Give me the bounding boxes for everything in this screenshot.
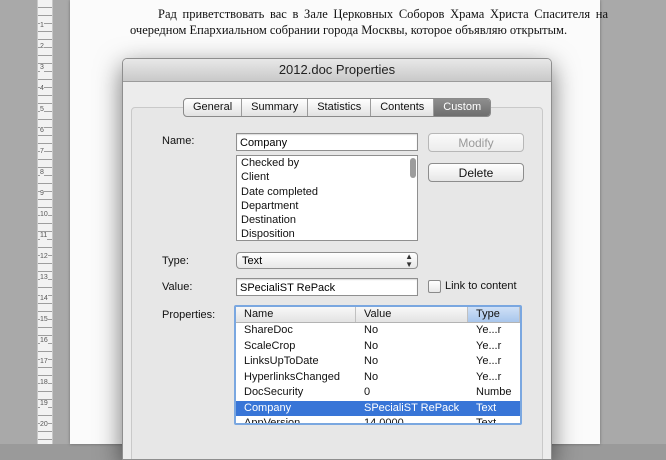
list-item[interactable]: Date completed — [237, 185, 417, 199]
table-cell-type: Ye...r — [476, 339, 502, 352]
ruler-number: 12 — [40, 253, 48, 261]
ruler-number: 8 — [40, 169, 44, 177]
list-item[interactable]: Client — [237, 170, 417, 184]
ruler-number: 6 — [40, 127, 44, 135]
ruler-number: 1 — [40, 22, 44, 30]
table-cell-name: LinksUpToDate — [244, 355, 319, 367]
table-cell-type: Ye...r — [476, 370, 502, 383]
list-item[interactable]: Checked by — [237, 156, 417, 170]
column-header-name[interactable]: Name — [236, 307, 356, 322]
ruler-number: 10 — [40, 211, 48, 219]
properties-table[interactable]: Name Value Type ShareDoc No Ye...r ScaleCro… — [234, 305, 522, 425]
ruler-number: 11 — [40, 232, 48, 240]
name-label: Name: — [162, 135, 195, 147]
table-cell-type: Text — [476, 417, 497, 425]
table-row[interactable]: ScaleCrop No Ye...r — [236, 339, 520, 355]
table-cell-type: Ye...r — [476, 355, 502, 367]
type-select-value: Text — [242, 255, 263, 267]
modify-button[interactable]: Modify — [428, 133, 524, 152]
ruler-number: 18 — [40, 379, 48, 387]
updown-chevron-icon: ▲ ▼ — [405, 252, 413, 269]
ruler-number: 5 — [40, 106, 44, 114]
ruler-number: 2 — [40, 43, 44, 51]
ruler-number: 4 — [40, 85, 44, 93]
list-item[interactable]: Department — [237, 199, 417, 213]
vertical-ruler: 1 2 3 4 5 6 7 8 9 10 11 12 13 14 15 16 17 18 19 20 — [37, 0, 53, 444]
ruler-number: 7 — [40, 148, 44, 156]
table-cell-type: Ye...r — [476, 324, 502, 336]
value-field[interactable]: SPecialiST RePack — [236, 278, 418, 296]
table-cell-name: Company — [244, 401, 292, 414]
table-row[interactable]: LinksUpToDate No Ye...r — [236, 354, 520, 370]
list-item[interactable]: Disposition — [237, 227, 417, 240]
table-row[interactable]: ShareDoc No Ye...r — [236, 323, 520, 339]
tab-general[interactable]: General — [184, 99, 243, 116]
table-row[interactable]: HyperlinksChanged No Ye...r — [236, 370, 520, 386]
column-header-type[interactable]: Type — [468, 307, 520, 322]
table-row[interactable]: Company SPecialiST RePack Text — [236, 400, 520, 416]
ruler-number: 9 — [40, 190, 44, 198]
tab-bar: General Summary Statistics Contents Custom — [183, 98, 492, 117]
table-cell-value: No — [364, 339, 379, 352]
table-cell-name: AppVersion — [244, 417, 301, 425]
table-cell-name: DocSecurity — [244, 386, 304, 398]
table-cell-type: Numbe — [476, 386, 512, 398]
table-cell-name: HyperlinksChanged — [244, 370, 340, 383]
table-row[interactable]: AppVersion 14.0000 Text — [236, 416, 520, 425]
document-paragraph: Рад приветствовать вас в Зале Церковных … — [130, 7, 608, 37]
list-item[interactable]: Destination — [237, 213, 417, 227]
table-cell-name: ShareDoc — [244, 324, 293, 336]
tab-statistics[interactable]: Statistics — [308, 99, 372, 116]
link-to-content-label: Link to content — [445, 280, 517, 292]
ruler-number: 14 — [40, 295, 48, 303]
tab-custom[interactable]: Custom — [434, 99, 491, 116]
table-cell-value: No — [364, 370, 379, 383]
tab-contents[interactable]: Contents — [371, 99, 435, 116]
column-header-value[interactable]: Value — [356, 307, 468, 322]
table-body: ShareDoc No Ye...r ScaleCrop No Ye...r LinksUp… — [236, 323, 520, 425]
properties-dialog: 2012.doc Properties Name: Company Modify… — [122, 58, 552, 460]
table-row[interactable]: DocSecurity 0 Numbe — [236, 385, 520, 401]
type-label: Type: — [162, 255, 189, 267]
table-cell-type: Text — [476, 401, 497, 414]
properties-label: Properties: — [162, 309, 216, 321]
name-suggestion-list[interactable]: Checked by Client Date completed Department… — [236, 155, 418, 241]
table-cell-value: No — [364, 355, 379, 367]
delete-button[interactable]: Delete — [428, 163, 524, 182]
table-cell-value: SPecialiST RePack — [364, 401, 460, 414]
link-to-content-checkbox[interactable] — [428, 280, 441, 293]
custom-tab-panel: Name: Company Modify Delete Checked by Cl… — [131, 107, 543, 459]
table-cell-value: 0 — [364, 386, 371, 398]
type-select[interactable]: Text ▲ ▼ — [236, 252, 418, 269]
ruler-number: 3 — [40, 64, 44, 72]
value-label: Value: — [162, 281, 193, 293]
table-cell-value: No — [364, 324, 379, 336]
ruler-number: 17 — [40, 358, 48, 366]
ruler-number: 19 — [40, 400, 48, 408]
table-cell-name: ScaleCrop — [244, 339, 296, 352]
ruler-number: 20 — [40, 421, 48, 429]
tab-summary[interactable]: Summary — [242, 99, 309, 116]
name-list-scrollbar[interactable] — [410, 158, 416, 178]
dialog-title: 2012.doc Properties — [123, 59, 551, 82]
ruler-number: 16 — [40, 337, 48, 345]
table-header: Name Value Type — [236, 307, 520, 323]
name-field[interactable]: Company — [236, 133, 418, 151]
table-cell-value: 14.0000 — [364, 417, 404, 425]
ruler-number: 13 — [40, 274, 48, 282]
ruler-numbers: 1 2 3 4 5 6 7 8 9 10 11 12 13 14 15 16 17 18 19 20 — [38, 0, 52, 444]
ruler-number: 15 — [40, 316, 48, 324]
